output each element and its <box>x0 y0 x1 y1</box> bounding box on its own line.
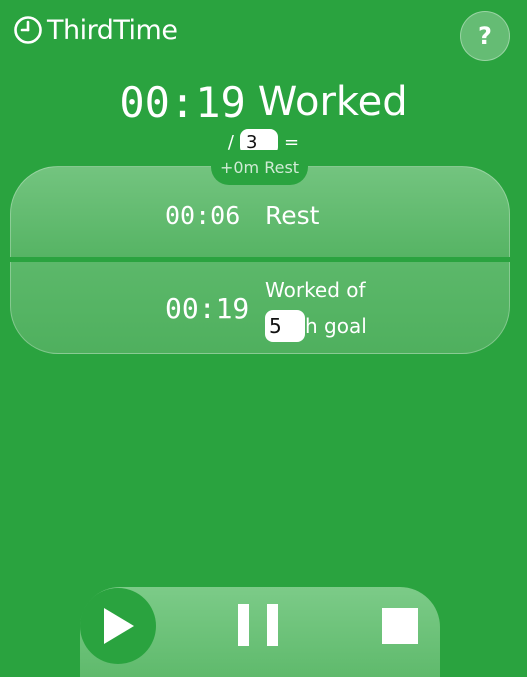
goal-setting: 5 h goal <box>265 310 367 342</box>
app-title: ThirdTime <box>47 14 178 46</box>
pause-button[interactable] <box>238 604 278 646</box>
goal-unit-label: h goal <box>305 314 367 338</box>
stop-icon <box>382 608 418 644</box>
pause-icon <box>238 604 278 646</box>
worked-time: 00:19 <box>119 77 246 127</box>
goal-card: 00:19 Worked of 5 h goal <box>10 262 510 354</box>
rest-earned-text: +0m Rest <box>219 158 300 177</box>
worked-summary: 00:19 Worked <box>0 74 527 130</box>
app-brand: ThirdTime <box>12 12 178 48</box>
stop-button[interactable] <box>382 608 418 644</box>
rest-label: Rest <box>265 201 320 230</box>
question-mark-icon: ? <box>478 22 492 50</box>
rest-earned-badge: +0m Rest <box>211 150 308 185</box>
play-icon <box>104 608 134 644</box>
goal-label: Worked of <box>265 278 366 302</box>
play-button[interactable] <box>80 588 156 664</box>
clock-icon <box>14 16 42 44</box>
rest-time: 00:06 <box>165 201 241 230</box>
help-button[interactable]: ? <box>460 11 510 61</box>
worked-label: Worked <box>257 79 408 125</box>
goal-hours-input[interactable]: 5 <box>265 310 305 342</box>
goal-worked-time: 00:19 <box>165 292 250 325</box>
